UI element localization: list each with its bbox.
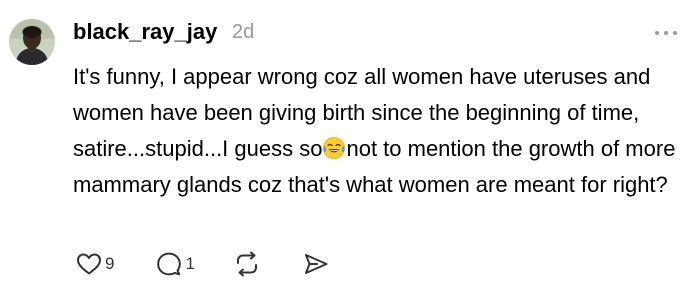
timestamp[interactable]: 2d [232,21,254,44]
comment-bubble-icon [157,252,182,276]
reply-count: 1 [185,254,195,273]
more-dot [673,31,677,35]
face-with-tears-of-joy-icon [322,135,346,159]
thread-post: black_ray_jay 2d It's funny, I appear wr… [0,0,700,292]
reply-button[interactable]: 1 [156,251,195,277]
avatar[interactable] [9,19,55,65]
more-options-icon[interactable] [655,28,685,38]
username[interactable]: black_ray_jay [73,19,217,45]
heart-icon [77,253,101,275]
repost-icon [236,251,257,277]
like-button[interactable]: 9 [76,252,114,276]
share-button[interactable] [303,252,329,276]
send-icon [304,254,328,274]
more-dot [664,31,668,35]
post-text: It's funny, I appear wrong coz all women… [73,59,688,203]
more-dot [655,31,659,35]
action-bar: 9 1 [76,250,329,278]
repost-button[interactable] [233,251,261,277]
avatar-photo [9,19,55,65]
like-count: 9 [105,254,115,273]
